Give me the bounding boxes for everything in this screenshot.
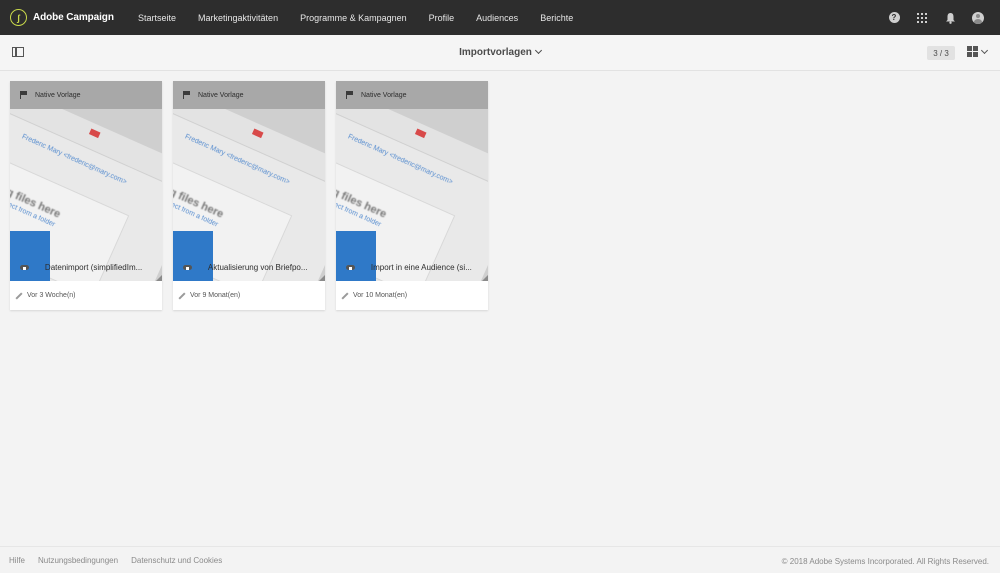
nav-item-berichte[interactable]: Berichte xyxy=(540,13,573,23)
template-card[interactable]: Frederic Mary <frederic@mary.com> Drag f… xyxy=(10,81,162,310)
footer-link-datenschutz[interactable]: Datenschutz und Cookies xyxy=(131,556,222,565)
card-header: Native Vorlage xyxy=(336,81,488,109)
brand[interactable]: ʃ Adobe Campaign xyxy=(10,9,138,26)
template-card[interactable]: Frederic Mary <frederic@mary.com> Drag f… xyxy=(173,81,325,310)
card-title: Import in eine Audience (si... xyxy=(370,262,472,272)
nav-item-programme-kampagnen[interactable]: Programme & Kampagnen xyxy=(300,13,407,23)
card-thumbnail: Frederic Mary <frederic@mary.com> Drag f… xyxy=(336,81,488,281)
card-type: Native Vorlage xyxy=(35,91,81,99)
app-name: Adobe Campaign xyxy=(33,12,114,23)
card-footer: Vor 3 Woche(n) xyxy=(10,281,162,310)
card-label: Import in eine Audience (si... xyxy=(336,253,488,281)
cloud-upload-icon xyxy=(346,264,355,271)
page-count: 3 / 3 xyxy=(927,46,955,60)
cloud-upload-icon xyxy=(20,264,29,271)
top-navigation: ʃ Adobe Campaign Startseite Marketingakt… xyxy=(0,0,1000,35)
nav-icons: ? xyxy=(872,0,984,35)
card-label: Datenimport (simplifiedIm... xyxy=(10,253,162,281)
nav-item-profile[interactable]: Profile xyxy=(429,13,455,23)
pencil-icon xyxy=(341,291,349,300)
avatar-icon[interactable] xyxy=(972,11,984,24)
card-footer: Vor 10 Monat(en) xyxy=(336,281,488,310)
copyright: © 2018 Adobe Systems Incorporated. All R… xyxy=(781,557,989,566)
card-thumbnail: Frederic Mary <frederic@mary.com> Drag f… xyxy=(10,81,162,281)
help-icon[interactable]: ? xyxy=(888,12,900,24)
footer-link-hilfe[interactable]: Hilfe xyxy=(9,556,25,565)
card-modified: Vor 10 Monat(en) xyxy=(353,292,408,299)
bell-icon[interactable] xyxy=(944,12,956,24)
card-corner-marker xyxy=(156,275,162,281)
card-corner-marker xyxy=(482,275,488,281)
card-modified: Vor 3 Woche(n) xyxy=(27,292,76,299)
nav-item-startseite[interactable]: Startseite xyxy=(138,13,176,23)
card-header: Native Vorlage xyxy=(173,81,325,109)
flag-icon xyxy=(183,91,191,99)
chevron-down-icon xyxy=(980,46,989,54)
card-title: Datenimport (simplifiedIm... xyxy=(44,262,143,272)
card-modified: Vor 9 Monat(en) xyxy=(190,292,241,299)
pencil-icon xyxy=(15,291,23,300)
chevron-down-icon xyxy=(534,46,542,55)
card-header: Native Vorlage xyxy=(10,81,162,109)
card-corner-marker xyxy=(319,275,325,281)
page-title-dropdown[interactable]: Importvorlagen xyxy=(0,46,1000,58)
page-footer: Hilfe Nutzungsbedingungen Datenschutz un… xyxy=(0,546,1000,573)
cloud-upload-icon xyxy=(183,264,192,271)
page-title: Importvorlagen xyxy=(459,47,532,58)
card-footer: Vor 9 Monat(en) xyxy=(173,281,325,310)
flag-icon xyxy=(346,91,354,99)
card-thumbnail: Frederic Mary <frederic@mary.com> Drag f… xyxy=(173,81,325,281)
card-type: Native Vorlage xyxy=(198,91,244,99)
nav-item-audiences[interactable]: Audiences xyxy=(476,13,518,23)
footer-link-nutzungsbedingungen[interactable]: Nutzungsbedingungen xyxy=(38,556,118,565)
card-type: Native Vorlage xyxy=(361,91,407,99)
view-switcher[interactable] xyxy=(967,46,989,57)
main-nav: Startseite Marketingaktivitäten Programm… xyxy=(138,13,595,23)
card-title: Aktualisierung von Briefpo... xyxy=(207,262,308,272)
template-card[interactable]: Frederic Mary <frederic@mary.com> Drag f… xyxy=(336,81,488,310)
adobe-campaign-logo-icon: ʃ xyxy=(10,9,27,26)
apps-grid-icon[interactable] xyxy=(916,12,928,24)
pencil-icon xyxy=(178,291,186,300)
grid-view-icon xyxy=(967,46,978,57)
nav-item-marketingaktivitaeten[interactable]: Marketingaktivitäten xyxy=(198,13,278,23)
flag-icon xyxy=(20,91,28,99)
card-label: Aktualisierung von Briefpo... xyxy=(173,253,325,281)
toolbar: Importvorlagen 3 / 3 xyxy=(0,35,1000,71)
